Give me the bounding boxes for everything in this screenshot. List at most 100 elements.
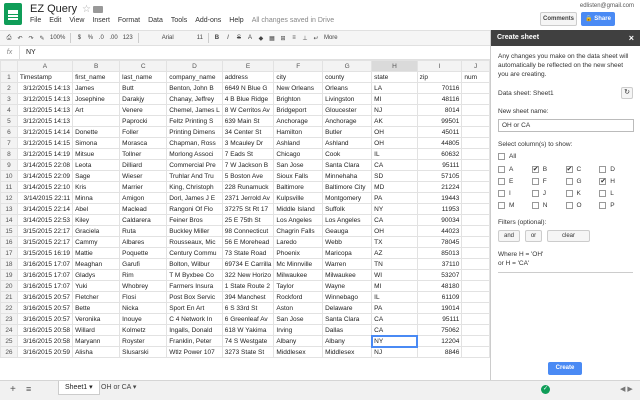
- grid-cell[interactable]: first_name: [72, 71, 121, 83]
- grid-cell[interactable]: 5 Boston Ave: [221, 170, 275, 182]
- grid-cell[interactable]: Ruta: [119, 225, 168, 237]
- grid-cell[interactable]: Veronika: [72, 313, 121, 325]
- grid-cell[interactable]: Maryann: [72, 335, 121, 347]
- column-checkbox[interactable]: [599, 166, 607, 173]
- grid-cell[interactable]: OH: [371, 225, 418, 237]
- grid-cell[interactable]: CA: [371, 159, 418, 171]
- grid-cell[interactable]: Los Angeles: [273, 214, 324, 226]
- grid-cell[interactable]: [461, 335, 490, 347]
- row-header[interactable]: 17: [0, 247, 18, 259]
- row-header[interactable]: 18: [0, 258, 18, 270]
- grid-cell[interactable]: LA: [371, 82, 418, 94]
- grid-cell[interactable]: 95111: [416, 313, 463, 325]
- grid-cell[interactable]: 3 Mcauley Dr: [221, 137, 275, 149]
- grid-cell[interactable]: [461, 126, 490, 138]
- grid-cell[interactable]: [461, 104, 490, 116]
- grid-cell[interactable]: IL: [371, 148, 418, 160]
- row-header[interactable]: 23: [0, 313, 18, 325]
- new-sheet-name-input[interactable]: OH or CA: [498, 119, 634, 132]
- grid-cell[interactable]: Bette: [72, 302, 121, 314]
- grid-cell[interactable]: PA: [371, 302, 418, 314]
- grid-cell[interactable]: Kulpsville: [273, 192, 324, 204]
- grid-cell[interactable]: Sport En Art: [166, 302, 223, 314]
- grid-cell[interactable]: 78045: [416, 236, 463, 248]
- column-header[interactable]: E: [221, 60, 275, 72]
- corner-cell[interactable]: [0, 60, 18, 72]
- grid-cell[interactable]: 3/14/2015 22:53: [16, 214, 74, 226]
- grid-cell[interactable]: Fletcher: [72, 291, 121, 303]
- row-header[interactable]: 19: [0, 269, 18, 281]
- grid-cell[interactable]: 3/12/2015 14:13: [16, 104, 74, 116]
- grid-cell[interactable]: Taylor: [273, 280, 324, 292]
- grid-cell[interactable]: Baltimore: [273, 181, 324, 193]
- grid-cell[interactable]: James: [72, 82, 121, 94]
- or-button[interactable]: or: [524, 230, 543, 242]
- cell-table[interactable]: ABCDEFGHIJ 1 Timestamp first_name last_name…: [0, 60, 490, 358]
- grid-cell[interactable]: MI: [371, 280, 418, 292]
- menu-format[interactable]: Format: [118, 17, 140, 24]
- grid-cell[interactable]: Butler: [322, 126, 373, 138]
- grid-cell[interactable]: Garufi: [119, 258, 168, 270]
- grid-cell[interactable]: Sage: [72, 170, 121, 182]
- grid-cell[interactable]: Bridgeport: [273, 104, 324, 116]
- column-checkbox-row[interactable]: F: [531, 177, 566, 186]
- grid-cell[interactable]: Santa Clara: [322, 159, 373, 171]
- column-header[interactable]: D: [166, 60, 223, 72]
- grid-cell[interactable]: Webb: [322, 236, 373, 248]
- grid-cell[interactable]: Paprocki: [119, 115, 168, 127]
- grid-cell[interactable]: CA: [371, 313, 418, 325]
- grid-cell[interactable]: 6649 N Blue G: [221, 82, 275, 94]
- column-checkbox[interactable]: [498, 178, 505, 185]
- grid-cell[interactable]: 8846: [416, 346, 463, 358]
- grid-cell[interactable]: NJ: [371, 104, 418, 116]
- grid-cell[interactable]: NJ: [371, 346, 418, 358]
- grid-cell[interactable]: Abel: [72, 203, 121, 215]
- comments-button[interactable]: Comments: [540, 12, 577, 26]
- grid-cell[interactable]: OH: [371, 126, 418, 138]
- percent-format-button[interactable]: %: [87, 35, 93, 41]
- grid-cell[interactable]: 69734 E Carrilla: [221, 258, 275, 270]
- grid-cell[interactable]: Truhlar And Tru: [166, 170, 223, 182]
- column-checkbox-row[interactable]: O: [565, 201, 600, 210]
- grid-cell[interactable]: Mitsue: [72, 148, 121, 160]
- grid-cell[interactable]: Donette: [72, 126, 121, 138]
- grid-cell[interactable]: Anchorage: [273, 115, 324, 127]
- grid-cell[interactable]: Tollner: [119, 148, 168, 160]
- grid-cell[interactable]: [461, 181, 490, 193]
- column-checkbox-row[interactable]: M: [498, 201, 532, 210]
- grid-cell[interactable]: Feiner Bros: [166, 214, 223, 226]
- grid-cell[interactable]: Milwaukee: [322, 269, 373, 281]
- column-checkbox[interactable]: [565, 202, 573, 209]
- grid-cell[interactable]: Rim: [119, 269, 168, 281]
- grid-cell[interactable]: Middlesex: [273, 346, 324, 358]
- grid-cell[interactable]: 3/14/2015 22:14: [16, 203, 74, 215]
- grid-cell[interactable]: Bolton, Wilbur: [166, 258, 223, 270]
- column-header[interactable]: J: [461, 60, 490, 72]
- grid-cell[interactable]: Caldarera: [119, 214, 168, 226]
- create-button[interactable]: Create: [548, 362, 582, 375]
- bold-button[interactable]: B: [214, 35, 220, 41]
- row-header[interactable]: 2: [0, 82, 18, 94]
- column-checkbox[interactable]: [531, 178, 539, 185]
- row-header[interactable]: 8: [0, 148, 18, 160]
- grid-cell[interactable]: New Orleans: [273, 82, 324, 94]
- row-header[interactable]: 12: [0, 192, 18, 204]
- grid-cell[interactable]: AK: [371, 115, 418, 127]
- grid-cell[interactable]: 75062: [416, 324, 463, 336]
- grid-cell[interactable]: 639 Main St: [221, 115, 275, 127]
- grid-cell[interactable]: Albares: [119, 236, 168, 248]
- grid-cell[interactable]: [461, 269, 490, 281]
- grid-cell[interactable]: Willard: [72, 324, 121, 336]
- grid-cell[interactable]: 3/16/2015 20:58: [16, 335, 74, 347]
- column-header[interactable]: H: [371, 60, 418, 72]
- grid-cell[interactable]: Leota: [72, 159, 121, 171]
- grid-cell[interactable]: Orleans: [322, 82, 373, 94]
- row-header[interactable]: 6: [0, 126, 18, 138]
- grid-cell[interactable]: [461, 324, 490, 336]
- grid-cell[interactable]: [461, 302, 490, 314]
- grid-cell[interactable]: 3/14/2015 22:08: [16, 159, 74, 171]
- account-email[interactable]: edlisten@gmail.com: [580, 3, 634, 9]
- sheets-logo-icon[interactable]: [4, 3, 22, 25]
- grid-cell[interactable]: 48180: [416, 280, 463, 292]
- grid-cell[interactable]: Rangoni Of Flo: [166, 203, 223, 215]
